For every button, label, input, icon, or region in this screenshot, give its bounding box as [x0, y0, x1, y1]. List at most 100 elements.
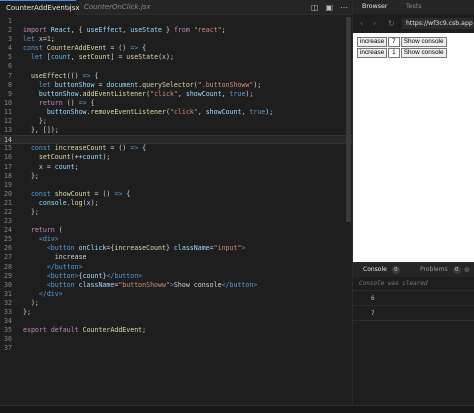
code-line[interactable]: 22 }; — [0, 208, 352, 217]
editor-scrollbar[interactable] — [346, 17, 351, 222]
code-line[interactable]: 6 — [0, 62, 352, 71]
show-console-button[interactable]: Show console — [400, 37, 447, 47]
code-line[interactable]: 35 export default CounterAddEvent; — [0, 326, 352, 335]
line-number: 10 — [4, 98, 12, 107]
code-text[interactable]: return () => { — [23, 99, 95, 108]
code-line[interactable]: 25 <div> — [0, 235, 352, 244]
code-line[interactable]: 4 const CounterAddEvent = () => { — [0, 44, 352, 53]
code-line[interactable]: 20 const showCount = () => { — [0, 190, 352, 199]
console-panel: Console 0 Problems 0 ⊘ Console was cleared… — [353, 262, 474, 405]
line-number: 32 — [4, 298, 12, 307]
tab-tests[interactable]: Tests — [406, 0, 422, 14]
code-text[interactable]: }; — [23, 172, 39, 181]
code-line[interactable]: 8 let buttonShow = document.querySelecto… — [0, 81, 352, 90]
show-console-button[interactable]: Show console — [400, 48, 447, 58]
code-line[interactable]: 26 <button onClick={increaseCount} class… — [0, 244, 352, 253]
code-text[interactable]: const CounterAddEvent = () => { — [23, 44, 146, 53]
code-text[interactable]: x = count; — [23, 163, 79, 172]
code-line[interactable]: 1 — [0, 17, 352, 26]
code-text[interactable]: <button onClick={increaseCount} classNam… — [23, 244, 246, 253]
code-line[interactable]: 11 buttonShow.removeEventListener("click… — [0, 108, 352, 117]
code-text[interactable]: </button> — [23, 263, 83, 272]
tab-browser[interactable]: Browser — [362, 0, 388, 14]
code-text[interactable]: <button>{count}</button> — [23, 272, 142, 281]
increase-button[interactable]: increase — [357, 37, 388, 47]
code-text[interactable]: buttonShow.addEventListener("click", sho… — [23, 90, 253, 99]
line-number: 26 — [4, 244, 12, 253]
code-text[interactable]: </div> — [23, 290, 63, 299]
code-text[interactable]: <div> — [23, 235, 59, 244]
code-line[interactable]: 10 return () => { — [0, 99, 352, 108]
code-line[interactable]: 24 return ( — [0, 226, 352, 235]
tab-console[interactable]: Console 0 — [363, 263, 400, 277]
count-button[interactable]: 1 — [388, 48, 400, 58]
code-text[interactable]: import React, { useEffect, useState } fr… — [23, 26, 226, 35]
code-text[interactable]: useEffect(() => { — [23, 72, 99, 81]
browser-url-bar: ‹ › ↻ https://wf3c9.csb.app/ — [353, 15, 474, 32]
tab-counteraddevent[interactable]: CounterAddEvent.jsx × — [0, 0, 80, 16]
url-input[interactable]: https://wf3c9.csb.app/ — [402, 18, 473, 29]
code-line[interactable]: 34 — [0, 317, 352, 326]
code-text[interactable]: const increaseCount = () => { — [23, 144, 146, 153]
code-text[interactable]: ); — [23, 299, 39, 308]
code-text[interactable]: let [count, setCount] = useState(x); — [23, 53, 174, 62]
code-text[interactable]: return ( — [23, 226, 63, 235]
code-line[interactable]: 31 </div> — [0, 290, 352, 299]
code-text[interactable]: let x=1; — [23, 35, 55, 44]
code-text[interactable]: export default CounterAddEvent; — [23, 326, 146, 335]
preview-icon[interactable]: ▣ — [325, 0, 333, 15]
code-line[interactable]: 30 <button className="buttonShoww">Show … — [0, 281, 352, 290]
code-line[interactable]: 5 let [count, setCount] = useState(x); — [0, 53, 352, 62]
code-text[interactable]: setCount(++count); — [23, 153, 111, 162]
code-line[interactable]: 14 — [0, 135, 352, 145]
code-line[interactable]: 36 — [0, 335, 352, 344]
close-icon[interactable]: × — [66, 1, 72, 16]
code-text[interactable]: let buttonShow = document.querySelector(… — [23, 81, 261, 90]
code-line[interactable]: 29 <button>{count}</button> — [0, 272, 352, 281]
code-text[interactable]: console.log(x); — [23, 199, 99, 208]
line-number: 20 — [4, 189, 12, 198]
tab-problems[interactable]: Problems 0 — [420, 263, 461, 277]
code-text[interactable]: }; — [23, 208, 39, 217]
code-text[interactable]: buttonShow.removeEventListener("click", … — [23, 108, 273, 117]
tab-counteronclick[interactable]: CounterOnClick.jsx — [78, 0, 160, 15]
forward-arrow-icon[interactable]: › — [373, 15, 376, 32]
code-line[interactable]: 33}; — [0, 308, 352, 317]
code-line[interactable]: 17 x = count; — [0, 163, 352, 172]
code-text[interactable]: }; — [23, 308, 31, 317]
code-line[interactable]: 13 }, []); — [0, 126, 352, 135]
count-button[interactable]: 7 — [388, 37, 400, 47]
more-icon[interactable]: ⋯ — [340, 0, 348, 15]
code-text[interactable]: }, []); — [23, 126, 59, 135]
code-line[interactable]: 12 }; — [0, 117, 352, 126]
code-line[interactable]: 19 — [0, 181, 352, 190]
code-line[interactable]: 32 ); — [0, 299, 352, 308]
console-log-line: 6 — [353, 292, 474, 306]
code-line[interactable]: 18 }; — [0, 172, 352, 181]
code-editor[interactable]: CounterAddEvent.jsx × CounterOnClick.jsx… — [0, 0, 352, 413]
code-line[interactable]: 15 const increaseCount = () => { — [0, 144, 352, 153]
code-line[interactable]: 3 let x=1; — [0, 35, 352, 44]
code-line[interactable]: 2 import React, { useEffect, useState } f… — [0, 26, 352, 35]
code-area[interactable]: 1 2 import React, { useEffect, useState } … — [0, 17, 352, 407]
code-line[interactable]: 37 — [0, 344, 352, 353]
code-line[interactable]: 27 increase — [0, 253, 352, 262]
code-line[interactable]: 16 setCount(++count); — [0, 153, 352, 162]
code-line[interactable]: 9 buttonShow.addEventListener("click", s… — [0, 90, 352, 99]
code-text[interactable]: increase — [23, 253, 87, 262]
code-line[interactable]: 23 — [0, 217, 352, 226]
code-line[interactable]: 7 useEffect(() => { — [0, 72, 352, 81]
code-text[interactable]: <button className="buttonShoww">Show con… — [23, 281, 257, 290]
code-line[interactable]: 21 console.log(x); — [0, 199, 352, 208]
code-text[interactable]: const showCount = () => { — [23, 190, 130, 199]
code-text[interactable]: }; — [23, 117, 47, 126]
clear-console-icon[interactable]: ⊘ — [464, 263, 470, 277]
code-line[interactable]: 28 </button> — [0, 263, 352, 272]
line-number: 31 — [4, 289, 12, 298]
line-number: 2 — [8, 26, 12, 35]
split-editor-icon[interactable]: ◫ — [311, 0, 319, 15]
back-arrow-icon[interactable]: ‹ — [360, 15, 363, 32]
line-number: 5 — [8, 53, 12, 62]
increase-button[interactable]: increase — [357, 48, 388, 58]
refresh-icon[interactable]: ↻ — [388, 15, 395, 32]
